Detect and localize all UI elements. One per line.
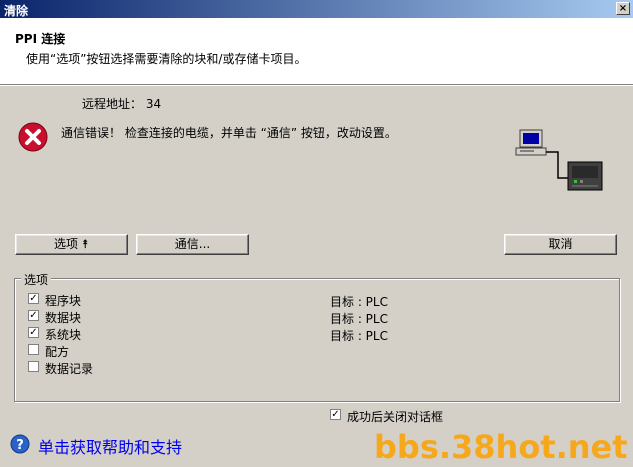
data-log-checkbox[interactable] bbox=[28, 361, 39, 372]
system-block-target: 目标 : PLC bbox=[330, 329, 388, 343]
options-button[interactable]: 选项 ⯭ bbox=[15, 234, 128, 255]
option-label: 配方 bbox=[45, 345, 70, 359]
dialog-window: 清除 × PPI 连接 使用“选项”按钮选择需要清除的块和/或存储卡项目。 远程… bbox=[0, 0, 633, 467]
program-block-checkbox[interactable]: ✓ bbox=[28, 293, 39, 304]
window-title: 清除 bbox=[4, 4, 29, 18]
recipe-checkbox[interactable] bbox=[28, 344, 39, 355]
title-bar[interactable]: 清除 × bbox=[0, 0, 633, 18]
data-block-checkbox[interactable]: ✓ bbox=[28, 310, 39, 321]
remote-address: 远程地址： 34 bbox=[82, 97, 162, 111]
cancel-button[interactable]: 取消 bbox=[504, 234, 617, 255]
header-panel: PPI 连接 使用“选项”按钮选择需要清除的块和/或存储卡项目。 bbox=[0, 18, 633, 85]
data-block-target: 目标 : PLC bbox=[330, 312, 388, 326]
close-on-success-checkbox[interactable]: ✓ bbox=[330, 409, 341, 420]
options-groupbox bbox=[14, 278, 620, 402]
option-label: 程序块 bbox=[45, 294, 82, 308]
option-label: 数据记录 bbox=[45, 362, 94, 376]
system-block-checkbox[interactable]: ✓ bbox=[28, 327, 39, 338]
program-block-target: 目标 : PLC bbox=[330, 295, 388, 309]
watermark: bbs.38hot.net bbox=[374, 428, 628, 466]
help-icon: ? bbox=[10, 434, 30, 454]
close-on-success-label: 成功后关闭对话框 bbox=[347, 410, 444, 424]
option-label: 系统块 bbox=[45, 328, 82, 342]
header-subtitle: 使用“选项”按钮选择需要清除的块和/或存储卡项目。 bbox=[26, 52, 307, 66]
option-label: 数据块 bbox=[45, 311, 82, 325]
header-divider bbox=[0, 85, 633, 86]
help-link-text[interactable]: 单击获取帮助和支持 bbox=[38, 434, 182, 458]
svg-text:?: ? bbox=[16, 438, 24, 453]
close-button[interactable]: × bbox=[616, 2, 630, 15]
error-message: 通信错误！ 检查连接的电缆，并单击 “通信” 按钮，改动设置。 bbox=[61, 126, 397, 140]
pc-plc-connection-icon bbox=[515, 129, 603, 191]
error-icon bbox=[18, 122, 48, 152]
header-title: PPI 连接 bbox=[15, 32, 66, 46]
communications-button[interactable]: 通信... bbox=[136, 234, 249, 255]
options-group-label: 选项 bbox=[21, 271, 52, 288]
